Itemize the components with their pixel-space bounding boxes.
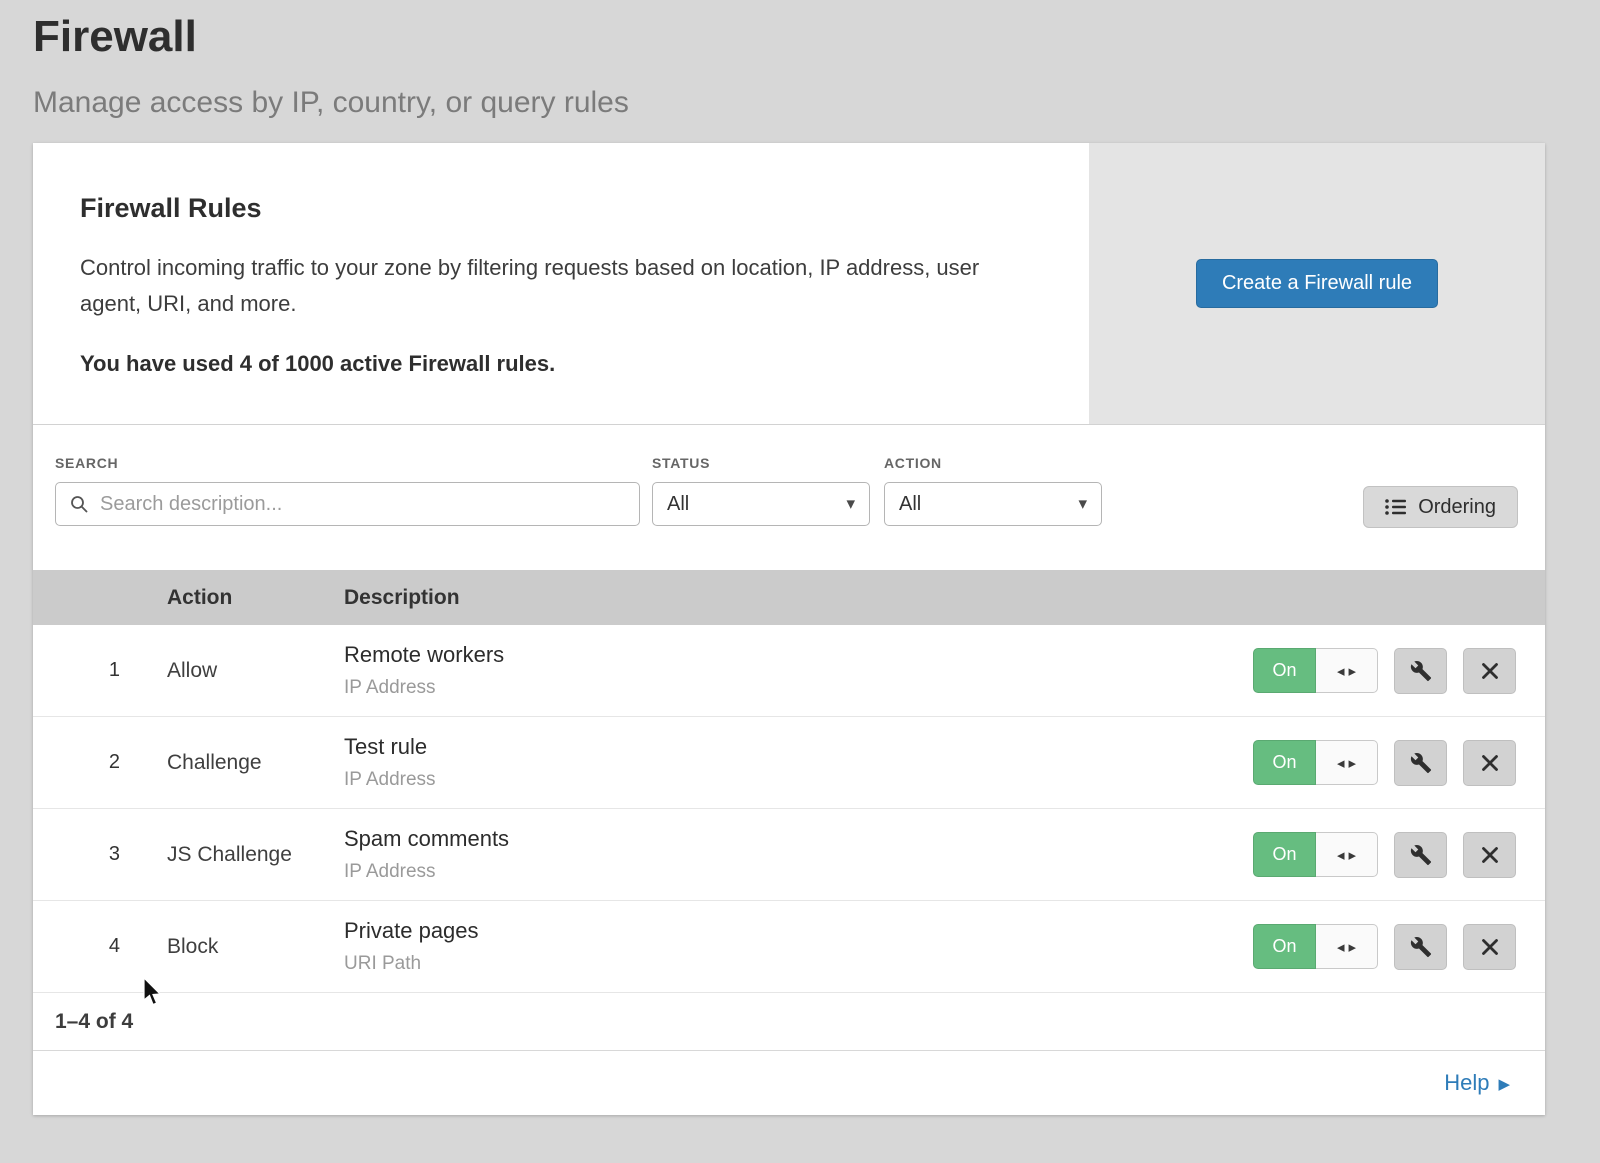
rules-table-body: 1 Allow Remote workers IP Address On ◂▸ …: [33, 625, 1545, 993]
page-header: Firewall Manage access by IP, country, o…: [0, 0, 1600, 120]
chevron-down-icon: ▾: [846, 494, 855, 514]
action-filter: ACTION All ▾: [884, 455, 1102, 526]
intro-text-block: Firewall Rules Control incoming traffic …: [33, 143, 1089, 424]
rule-match-field: IP Address: [344, 769, 1253, 791]
rule-priority: 4: [33, 935, 153, 958]
table-row: 1 Allow Remote workers IP Address On ◂▸: [33, 625, 1545, 717]
rule-controls: On ◂▸: [1253, 648, 1516, 694]
table-row: 4 Block Private pages URI Path On ◂▸: [33, 901, 1545, 993]
intro-action-panel: Create a Firewall rule: [1089, 143, 1545, 424]
rule-description: Private pages URI Path: [344, 918, 1253, 975]
rule-description-title: Test rule: [344, 734, 1253, 760]
action-label: ACTION: [884, 455, 1102, 471]
wrench-icon: [1410, 660, 1432, 682]
rule-reorder-control[interactable]: ◂▸: [1316, 740, 1378, 785]
edit-rule-button[interactable]: [1394, 648, 1447, 694]
rule-controls: On ◂▸: [1253, 832, 1516, 878]
arrow-right-icon: ▸: [1349, 938, 1357, 956]
rule-enabled-toggle[interactable]: On: [1253, 740, 1316, 785]
arrow-left-icon: ◂: [1337, 662, 1345, 680]
ordering-button[interactable]: Ordering: [1363, 486, 1518, 528]
status-label: STATUS: [652, 455, 870, 471]
help-link[interactable]: Help ▶: [1444, 1070, 1510, 1096]
arrow-right-icon: ▸: [1349, 846, 1357, 864]
help-link-label: Help: [1444, 1070, 1489, 1096]
rule-description-title: Private pages: [344, 918, 1253, 944]
rule-description: Remote workers IP Address: [344, 642, 1253, 699]
status-selected-value: All: [667, 493, 689, 516]
table-row: 3 JS Challenge Spam comments IP Address …: [33, 809, 1545, 901]
filter-bar: SEARCH STATUS All ▾ ACTION All ▾: [33, 425, 1545, 570]
status-filter: STATUS All ▾: [652, 455, 870, 526]
delete-rule-button[interactable]: [1463, 832, 1516, 878]
rule-priority: 3: [33, 843, 153, 866]
page-title: Firewall: [33, 12, 1600, 62]
rule-description: Spam comments IP Address: [344, 826, 1253, 883]
ordering-list-icon: [1385, 498, 1407, 516]
action-select[interactable]: All ▾: [884, 482, 1102, 526]
section-description: Control incoming traffic to your zone by…: [80, 250, 1019, 321]
action-selected-value: All: [899, 493, 921, 516]
rule-description-title: Spam comments: [344, 826, 1253, 852]
close-icon: [1480, 661, 1500, 681]
usage-summary: You have used 4 of 1000 active Firewall …: [80, 351, 1019, 377]
rule-controls: On ◂▸: [1253, 924, 1516, 970]
delete-rule-button[interactable]: [1463, 740, 1516, 786]
rule-match-field: IP Address: [344, 677, 1253, 699]
rule-enabled-toggle[interactable]: On: [1253, 924, 1316, 969]
arrow-right-icon: ▶: [1498, 1073, 1510, 1093]
rule-match-field: URI Path: [344, 953, 1253, 975]
rule-description-title: Remote workers: [344, 642, 1253, 668]
ordering-button-label: Ordering: [1418, 496, 1496, 519]
delete-rule-button[interactable]: [1463, 648, 1516, 694]
intro-section: Firewall Rules Control incoming traffic …: [33, 143, 1545, 425]
edit-rule-button[interactable]: [1394, 832, 1447, 878]
column-header-action: Action: [167, 586, 344, 610]
rule-priority: 1: [33, 659, 153, 682]
arrow-left-icon: ◂: [1337, 938, 1345, 956]
section-heading: Firewall Rules: [80, 193, 1019, 224]
table-row: 2 Challenge Test rule IP Address On ◂▸: [33, 717, 1545, 809]
arrow-left-icon: ◂: [1337, 846, 1345, 864]
pagination-count: 1–4 of 4: [33, 993, 1545, 1051]
delete-rule-button[interactable]: [1463, 924, 1516, 970]
rule-reorder-control[interactable]: ◂▸: [1316, 924, 1378, 969]
rule-enabled-toggle[interactable]: On: [1253, 832, 1316, 877]
rule-enabled-toggle[interactable]: On: [1253, 648, 1316, 693]
column-header-description: Description: [344, 586, 460, 610]
search-box: [55, 482, 640, 526]
wrench-icon: [1410, 752, 1432, 774]
search-filter: SEARCH: [55, 455, 640, 526]
search-label: SEARCH: [55, 455, 640, 471]
search-icon: [69, 494, 89, 514]
wrench-icon: [1410, 936, 1432, 958]
page-subtitle: Manage access by IP, country, or query r…: [33, 86, 1600, 120]
table-header: Action Description: [33, 570, 1545, 625]
rule-description: Test rule IP Address: [344, 734, 1253, 791]
rule-reorder-control[interactable]: ◂▸: [1316, 832, 1378, 877]
rule-action: Allow: [167, 659, 344, 683]
rule-controls: On ◂▸: [1253, 740, 1516, 786]
rule-action: JS Challenge: [167, 843, 344, 867]
arrow-right-icon: ▸: [1349, 754, 1357, 772]
help-row: Help ▶: [33, 1051, 1545, 1115]
rule-match-field: IP Address: [344, 861, 1253, 883]
create-firewall-rule-button[interactable]: Create a Firewall rule: [1196, 259, 1438, 308]
arrow-right-icon: ▸: [1349, 662, 1357, 680]
rule-priority: 2: [33, 751, 153, 774]
rule-reorder-control[interactable]: ◂▸: [1316, 648, 1378, 693]
arrow-left-icon: ◂: [1337, 754, 1345, 772]
firewall-card: Firewall Rules Control incoming traffic …: [33, 143, 1545, 1115]
chevron-down-icon: ▾: [1078, 494, 1087, 514]
edit-rule-button[interactable]: [1394, 740, 1447, 786]
close-icon: [1480, 845, 1500, 865]
rule-action: Block: [167, 935, 344, 959]
edit-rule-button[interactable]: [1394, 924, 1447, 970]
wrench-icon: [1410, 844, 1432, 866]
search-input[interactable]: [55, 482, 640, 526]
close-icon: [1480, 937, 1500, 957]
rule-action: Challenge: [167, 751, 344, 775]
status-select[interactable]: All ▾: [652, 482, 870, 526]
close-icon: [1480, 753, 1500, 773]
